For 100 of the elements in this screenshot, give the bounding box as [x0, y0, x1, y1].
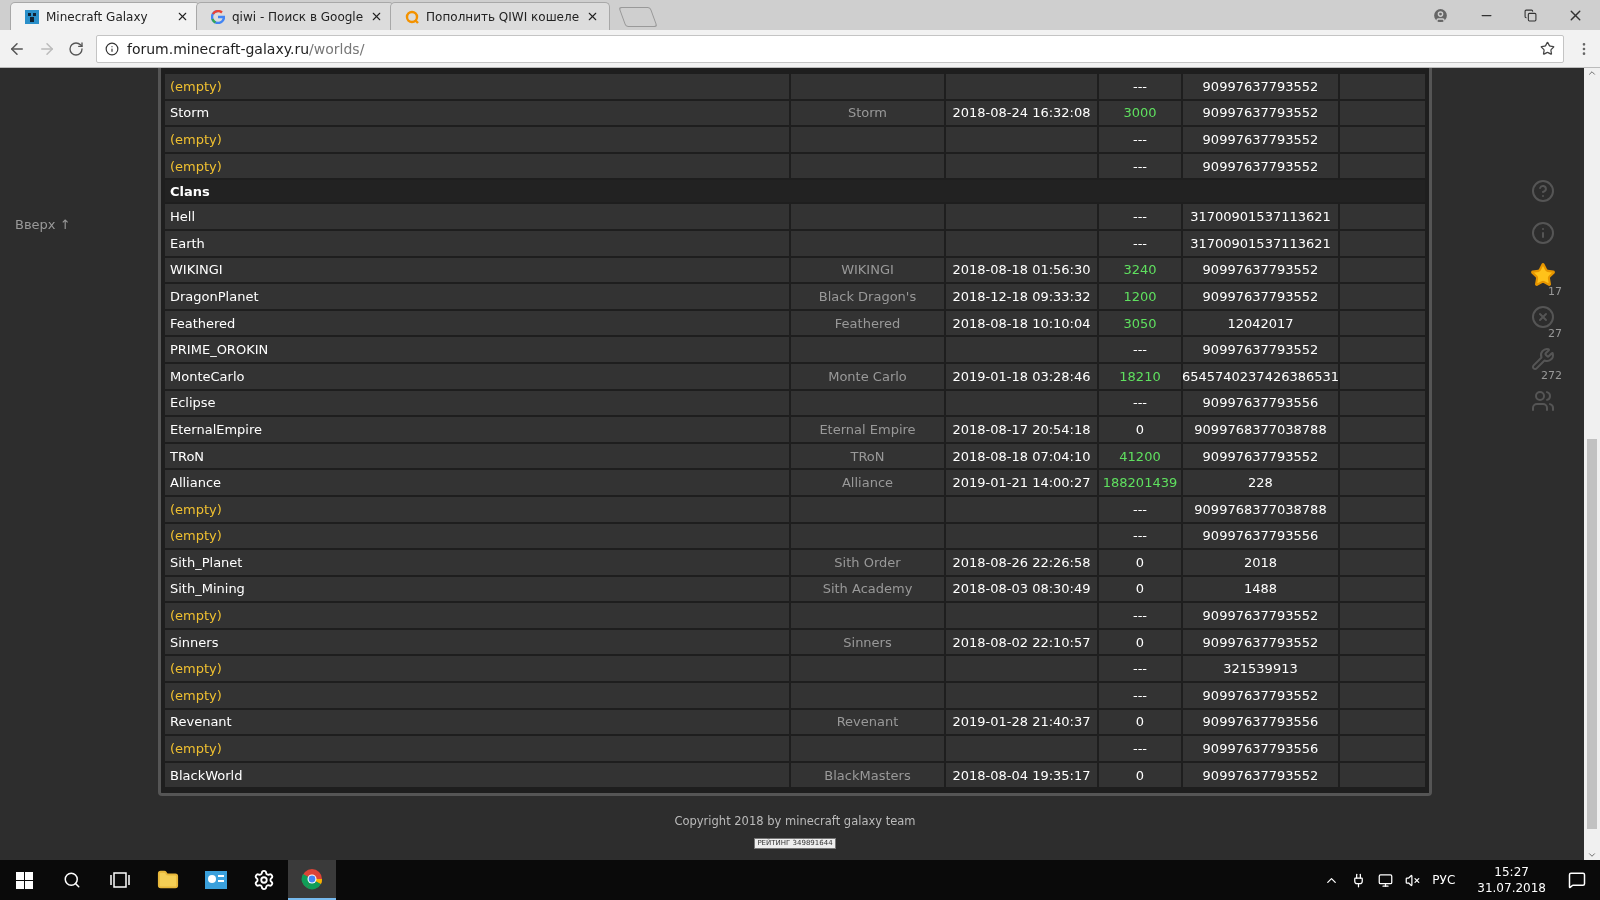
value-cell: 3000	[1099, 100, 1181, 126]
clock-date: 31.07.2018	[1477, 880, 1546, 896]
browser-tab[interactable]: Пополнить QIWI кошеле	[390, 2, 611, 30]
world-name-cell: (empty)	[165, 736, 789, 761]
value-cell: ---	[1099, 523, 1181, 549]
search-icon[interactable]	[63, 871, 81, 889]
section-heading: Clans	[165, 180, 1425, 203]
count-label: 17	[1548, 285, 1562, 298]
group-cell: Sith Academy	[791, 576, 944, 602]
id-cell: 90997637793552	[1183, 127, 1338, 152]
id-cell: 90997637793552	[1183, 762, 1338, 788]
id-cell: 90997637793552	[1183, 153, 1338, 179]
id-cell: 90997637793552	[1183, 443, 1338, 469]
close-icon[interactable]	[176, 10, 189, 23]
group-cell: Revenant	[791, 709, 944, 735]
id-cell: 90997637793552	[1183, 337, 1338, 362]
date-cell: 2018-12-18 09:33:32	[946, 284, 1097, 309]
value-cell: 0	[1099, 709, 1181, 735]
notifications-icon[interactable]	[1568, 871, 1586, 889]
star-icon[interactable]	[1530, 262, 1556, 288]
folder-icon[interactable]	[157, 869, 179, 891]
language-indicator[interactable]: РУС	[1432, 873, 1456, 887]
windows-logo-icon[interactable]	[15, 871, 33, 889]
id-cell: 321539913	[1183, 656, 1338, 682]
date-cell: 2019-01-28 21:40:37	[946, 709, 1097, 735]
world-name-cell: Storm	[165, 100, 789, 126]
world-name-cell: (empty)	[165, 74, 789, 99]
id-cell: 90997637793552	[1183, 284, 1338, 309]
info-icon[interactable]	[105, 41, 119, 56]
bookmark-star-icon[interactable]	[1540, 41, 1555, 56]
id-cell: 90997637793552	[1183, 603, 1338, 628]
value-cell: ---	[1099, 683, 1181, 708]
settings-icon[interactable]	[253, 869, 275, 891]
scroll-up-link[interactable]: Вверх ↑	[15, 217, 71, 232]
world-name-cell: Eclipse	[165, 390, 789, 416]
world-name-cell: Revenant	[165, 709, 789, 735]
address-bar[interactable]: forum.minecraft-galaxy.ru/worlds/	[96, 34, 1564, 63]
id-cell: 6545740237426386531	[1183, 363, 1338, 389]
id-cell: 12042017	[1183, 310, 1338, 336]
window-icon[interactable]	[205, 871, 227, 889]
date-cell: 2018-08-17 20:54:18	[946, 417, 1097, 442]
id-cell: 90997637793556	[1183, 736, 1338, 761]
id-cell: 31700901537113621	[1183, 204, 1338, 229]
id-cell: 90997637793556	[1183, 390, 1338, 416]
world-name-cell: (empty)	[165, 496, 789, 522]
date-cell: 2018-08-18 10:10:04	[946, 310, 1097, 336]
date-cell: 2018-08-02 22:10:57	[946, 629, 1097, 655]
chrome-icon[interactable]	[301, 868, 323, 890]
value-cell: ---	[1099, 153, 1181, 179]
group-cell: Monte Carlo	[791, 363, 944, 389]
id-cell: 90997637793556	[1183, 709, 1338, 735]
restore-icon[interactable]	[1524, 8, 1537, 22]
value-cell: 188201439	[1099, 470, 1181, 495]
world-name-cell: PRIME_OROKIN	[165, 337, 789, 362]
world-name-cell: (empty)	[165, 656, 789, 682]
world-name-cell: Sith_Mining	[165, 576, 789, 602]
group-cell: Sinners	[791, 629, 944, 655]
world-name-cell: WIKINGI	[165, 257, 789, 283]
network-icon[interactable]	[1378, 872, 1394, 888]
value-cell: ---	[1099, 127, 1181, 152]
group-cell: TRoN	[791, 443, 944, 469]
date-cell: 2018-08-03 08:30:49	[946, 576, 1097, 602]
date-cell: 2018-08-04 19:35:17	[946, 762, 1097, 788]
value-cell: 1200	[1099, 284, 1181, 309]
scrollbar[interactable]	[1584, 68, 1600, 860]
date-cell: 2018-08-18 01:56:30	[946, 257, 1097, 283]
value-cell: 3240	[1099, 257, 1181, 283]
task-view-icon[interactable]	[110, 872, 130, 888]
world-name-cell: Earth	[165, 230, 789, 256]
cube-icon	[25, 9, 39, 24]
world-name-cell: DragonPlanet	[165, 284, 789, 309]
world-name-cell: (empty)	[165, 683, 789, 708]
world-name-cell: (empty)	[165, 523, 789, 549]
ring-icon	[405, 9, 420, 24]
value-cell: 0	[1099, 550, 1181, 575]
muted-volume-icon[interactable]	[1405, 872, 1421, 888]
value-cell: 41200	[1099, 443, 1181, 469]
reload-icon[interactable]	[68, 40, 84, 57]
date-cell: 2019-01-18 03:28:46	[946, 363, 1097, 389]
count-label: 27	[1548, 327, 1562, 340]
date-cell: 2018-08-18 07:04:10	[946, 443, 1097, 469]
profile-icon[interactable]	[1432, 6, 1449, 24]
id-cell: 1488	[1183, 576, 1338, 602]
id-cell: 31700901537113621	[1183, 230, 1338, 256]
world-name-cell: Hell	[165, 204, 789, 229]
group-cell: Storm	[791, 100, 944, 126]
world-name-cell: Sith_Planet	[165, 550, 789, 575]
world-name-cell: (empty)	[165, 153, 789, 179]
id-cell: 2018	[1183, 550, 1338, 575]
world-name-cell: (empty)	[165, 127, 789, 152]
value-cell: 0	[1099, 417, 1181, 442]
scrollbar-thumb[interactable]	[1587, 439, 1597, 829]
world-name-cell: Alliance	[165, 470, 789, 495]
value-cell: 0	[1099, 576, 1181, 602]
group-cell: WIKINGI	[791, 257, 944, 283]
world-name-cell: MonteCarlo	[165, 363, 789, 389]
id-cell: 90997637793556	[1183, 523, 1338, 549]
world-name-cell: (empty)	[165, 603, 789, 628]
date-cell: 2018-08-26 22:26:58	[946, 550, 1097, 575]
value-cell: ---	[1099, 337, 1181, 362]
